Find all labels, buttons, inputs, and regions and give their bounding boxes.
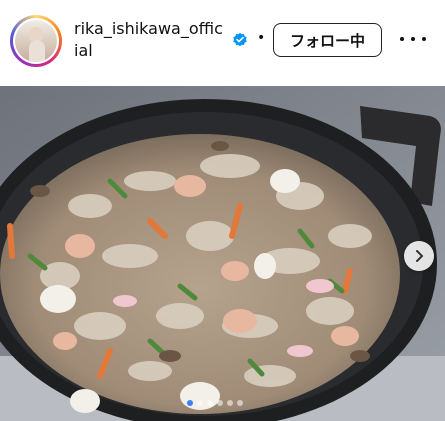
verified-badge-icon bbox=[233, 32, 247, 47]
separator-dot: • bbox=[257, 30, 266, 46]
following-button[interactable]: フォロー中 bbox=[273, 23, 382, 57]
carousel-dot bbox=[207, 400, 213, 406]
carousel-dot bbox=[187, 400, 193, 406]
chevron-right-icon bbox=[416, 250, 423, 262]
carousel-dot bbox=[197, 400, 203, 406]
carousel-next-button[interactable] bbox=[404, 241, 434, 271]
food-image bbox=[0, 86, 445, 421]
carousel-dot bbox=[217, 400, 223, 406]
username-link[interactable]: rika_ishikawa_official bbox=[74, 18, 224, 62]
avatar[interactable] bbox=[10, 15, 62, 67]
carousel-dot bbox=[227, 400, 233, 406]
carousel-indicator bbox=[187, 400, 243, 408]
avatar-image bbox=[15, 20, 57, 62]
post-photo[interactable] bbox=[0, 86, 445, 421]
carousel-dot bbox=[237, 400, 243, 406]
post-header: rika_ishikawa_official • フォロー中 bbox=[0, 0, 445, 86]
more-horizontal-icon[interactable] bbox=[400, 29, 426, 49]
